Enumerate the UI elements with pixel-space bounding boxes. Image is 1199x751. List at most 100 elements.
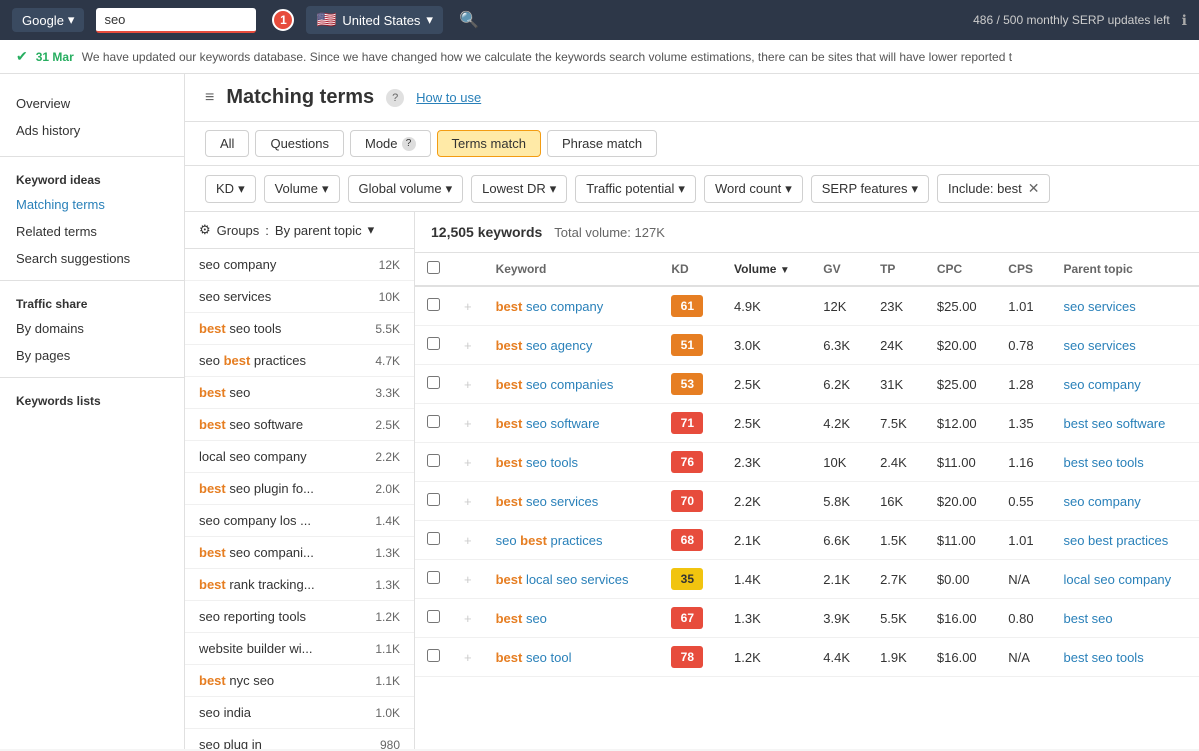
row-add-cell[interactable]: + (452, 365, 484, 404)
notification-badge[interactable]: 1 (272, 9, 294, 31)
list-item[interactable]: best seo plugin fo... 2.0K (185, 473, 414, 505)
parent-topic-link[interactable]: best seo tools (1063, 455, 1143, 470)
list-item[interactable]: seo best practices 4.7K (185, 345, 414, 377)
keyword-link[interactable]: best seo agency (496, 338, 593, 353)
keyword-link[interactable]: best seo services (496, 494, 599, 509)
row-checkbox[interactable] (427, 610, 440, 623)
row-add-cell[interactable]: + (452, 482, 484, 521)
help-icon[interactable]: ? (386, 89, 404, 107)
row-checkbox[interactable] (427, 649, 440, 662)
row-checkbox[interactable] (427, 493, 440, 506)
sidebar-item-related-terms[interactable]: Related terms (0, 218, 184, 245)
keyword-link[interactable]: best seo tool (496, 650, 572, 665)
list-item[interactable]: best nyc seo 1.1K (185, 665, 414, 697)
list-item[interactable]: seo company 12K (185, 249, 414, 281)
row-checkbox[interactable] (427, 415, 440, 428)
keyword-link[interactable]: best seo software (496, 416, 600, 431)
sidebar-item-matching-terms[interactable]: Matching terms (0, 191, 184, 218)
filter-traffic-potential[interactable]: Traffic potential ▾ (575, 175, 696, 203)
th-gv[interactable]: GV (811, 253, 868, 286)
keyword-link[interactable]: best seo tools (496, 455, 578, 470)
th-kd[interactable]: KD (659, 253, 722, 286)
list-item[interactable]: website builder wi... 1.1K (185, 633, 414, 665)
th-volume[interactable]: Volume ▼ (722, 253, 811, 286)
row-add-cell[interactable]: + (452, 443, 484, 482)
row-checkbox[interactable] (427, 376, 440, 389)
google-dropdown-button[interactable]: Google ▾ (12, 8, 84, 32)
list-item[interactable]: best seo compani... 1.3K (185, 537, 414, 569)
row-add-cell[interactable]: + (452, 599, 484, 638)
keyword-link[interactable]: best seo (496, 611, 547, 626)
th-parent-topic[interactable]: Parent topic (1051, 253, 1199, 286)
search-input[interactable] (96, 8, 256, 33)
list-item[interactable]: seo india 1.0K (185, 697, 414, 729)
tab-terms-match[interactable]: Terms match (437, 130, 541, 157)
sidebar-item-search-suggestions[interactable]: Search suggestions (0, 245, 184, 272)
filter-global-volume[interactable]: Global volume ▾ (348, 175, 464, 203)
help-icon[interactable]: ℹ (1182, 12, 1187, 29)
hamburger-icon[interactable]: ≡ (205, 89, 214, 107)
parent-topic-link[interactable]: seo best practices (1063, 533, 1168, 548)
th-cpc[interactable]: CPC (925, 253, 996, 286)
search-button[interactable]: 🔍 (455, 6, 483, 34)
row-add-cell[interactable]: + (452, 638, 484, 677)
tab-all[interactable]: All (205, 130, 249, 157)
filter-word-count[interactable]: Word count ▾ (704, 175, 803, 203)
filter-serp-features[interactable]: SERP features ▾ (811, 175, 929, 203)
parent-topic-link[interactable]: best seo software (1063, 416, 1165, 431)
row-checkbox[interactable] (427, 454, 440, 467)
row-add-cell[interactable]: + (452, 326, 484, 365)
filter-lowest-dr[interactable]: Lowest DR ▾ (471, 175, 567, 203)
sidebar-item-overview[interactable]: Overview (0, 90, 184, 117)
keyword-link[interactable]: best local seo services (496, 572, 629, 587)
sidebar-item-by-pages[interactable]: By pages (0, 342, 184, 369)
row-add-cell[interactable]: + (452, 521, 484, 560)
list-item[interactable]: seo plug in 980 (185, 729, 414, 749)
list-item[interactable]: best rank tracking... 1.3K (185, 569, 414, 601)
chevron-down-icon: ▾ (911, 181, 918, 197)
tab-mode[interactable]: Mode ? (350, 130, 431, 157)
parent-topic-link[interactable]: seo company (1063, 494, 1140, 509)
keyword-link[interactable]: seo best practices (496, 533, 603, 548)
th-keyword[interactable]: Keyword (484, 253, 660, 286)
tab-questions[interactable]: Questions (255, 130, 344, 157)
keyword-link[interactable]: best seo company (496, 299, 604, 314)
select-all-checkbox[interactable] (427, 261, 440, 274)
sidebar-item-ads-history[interactable]: Ads history (0, 117, 184, 144)
sidebar-item-by-domains[interactable]: By domains (0, 315, 184, 342)
parent-topic-link[interactable]: seo services (1063, 299, 1135, 314)
chevron-down-icon: ▾ (678, 181, 685, 197)
parent-topic-link[interactable]: seo services (1063, 338, 1135, 353)
row-checkbox[interactable] (427, 337, 440, 350)
how-to-use-link[interactable]: How to use (416, 90, 481, 105)
list-item[interactable]: seo services 10K (185, 281, 414, 313)
list-item[interactable]: best seo tools 5.5K (185, 313, 414, 345)
row-checkbox[interactable] (427, 298, 440, 311)
filter-kd[interactable]: KD ▾ (205, 175, 256, 203)
parent-topic-link[interactable]: best seo (1063, 611, 1112, 626)
row-checkbox[interactable] (427, 532, 440, 545)
list-item[interactable]: local seo company 2.2K (185, 441, 414, 473)
parent-topic-link[interactable]: local seo company (1063, 572, 1171, 587)
country-selector-button[interactable]: 🇺🇸 United States ▾ (306, 6, 443, 34)
group-name: seo company los ... (199, 513, 311, 528)
chip-close-button[interactable]: ✕ (1028, 180, 1040, 197)
parent-topic-link[interactable]: seo company (1063, 377, 1140, 392)
row-keyword: best local seo services (484, 560, 660, 599)
groups-header[interactable]: ⚙ Groups: By parent topic ▾ (185, 212, 414, 249)
parent-topic-link[interactable]: best seo tools (1063, 650, 1143, 665)
list-item[interactable]: seo reporting tools 1.2K (185, 601, 414, 633)
th-cps[interactable]: CPS (996, 253, 1051, 286)
list-item[interactable]: seo company los ... 1.4K (185, 505, 414, 537)
tab-phrase-match[interactable]: Phrase match (547, 130, 657, 157)
list-item[interactable]: best seo 3.3K (185, 377, 414, 409)
row-add-cell[interactable]: + (452, 404, 484, 443)
keyword-link[interactable]: best seo companies (496, 377, 614, 392)
chevron-down-icon: ▾ (426, 12, 433, 28)
th-tp[interactable]: TP (868, 253, 925, 286)
filter-volume[interactable]: Volume ▾ (264, 175, 340, 203)
row-checkbox[interactable] (427, 571, 440, 584)
list-item[interactable]: best seo software 2.5K (185, 409, 414, 441)
row-add-cell[interactable]: + (452, 560, 484, 599)
row-add-cell[interactable]: + (452, 286, 484, 326)
